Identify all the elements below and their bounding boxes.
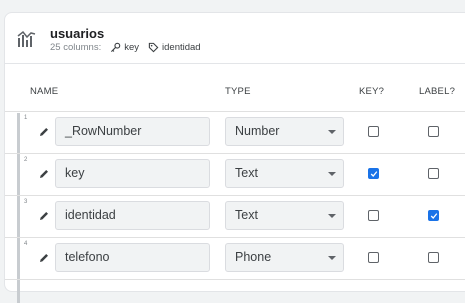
pencil-icon[interactable] (38, 210, 50, 222)
chevron-down-icon (328, 172, 336, 176)
row-number: 1 (24, 115, 28, 121)
column-type-value: Number (235, 124, 280, 138)
pencil-icon[interactable] (38, 126, 50, 138)
row-divider (5, 237, 465, 238)
column-name-field[interactable]: key (55, 159, 210, 188)
column-type-select[interactable]: Text (225, 159, 344, 188)
column-header-name: NAME (30, 86, 59, 97)
chevron-down-icon (328, 256, 336, 260)
column-header-type: TYPE (225, 86, 251, 97)
column-name-field[interactable]: _RowNumber (55, 117, 210, 146)
key-checkbox[interactable] (368, 252, 379, 263)
column-header-key: KEY? (359, 86, 385, 97)
table-meta: 25 columns: key identidad (50, 42, 201, 53)
tag-icon (148, 42, 159, 53)
key-icon (111, 42, 121, 53)
column-name-field[interactable]: telefono (55, 243, 210, 272)
row-divider (5, 153, 465, 154)
column-header-label: LABEL? (419, 86, 456, 97)
key-checkbox[interactable] (368, 126, 379, 137)
pencil-icon[interactable] (38, 168, 50, 180)
label-chip: identidad (148, 42, 201, 53)
label-checkbox[interactable] (428, 168, 439, 179)
row-divider (5, 279, 465, 280)
column-type-value: Text (235, 208, 258, 222)
row-number: 3 (24, 199, 28, 205)
row-divider (5, 195, 465, 196)
header-divider (5, 63, 465, 64)
row-number: 4 (24, 241, 28, 247)
chevron-down-icon (328, 214, 336, 218)
label-chip-label: identidad (162, 42, 201, 53)
key-chip: key (110, 42, 139, 53)
column-type-value: Text (235, 166, 258, 180)
row-rail (17, 113, 20, 303)
label-checkbox[interactable] (428, 252, 439, 263)
key-checkbox[interactable] (368, 210, 379, 221)
key-chip-label: key (124, 42, 140, 53)
row-number: 2 (24, 157, 28, 163)
column-type-value: Phone (235, 250, 272, 264)
column-name-field[interactable]: identidad (55, 201, 210, 230)
chevron-down-icon (328, 130, 336, 134)
column-type-select[interactable]: Number (225, 117, 344, 146)
table-card: usuarios 25 columns: key identidad NAME … (4, 12, 465, 303)
column-type-select[interactable]: Text (225, 201, 344, 230)
table-title: usuarios (50, 26, 105, 41)
label-checkbox[interactable] (428, 126, 439, 137)
column-type-select[interactable]: Phone (225, 243, 344, 272)
pencil-icon[interactable] (38, 252, 50, 264)
columns-count: 25 columns: (50, 42, 102, 53)
label-checkbox[interactable] (428, 210, 439, 221)
key-checkbox[interactable] (368, 168, 379, 179)
row-divider (5, 111, 465, 112)
table-chart-icon (17, 30, 36, 47)
